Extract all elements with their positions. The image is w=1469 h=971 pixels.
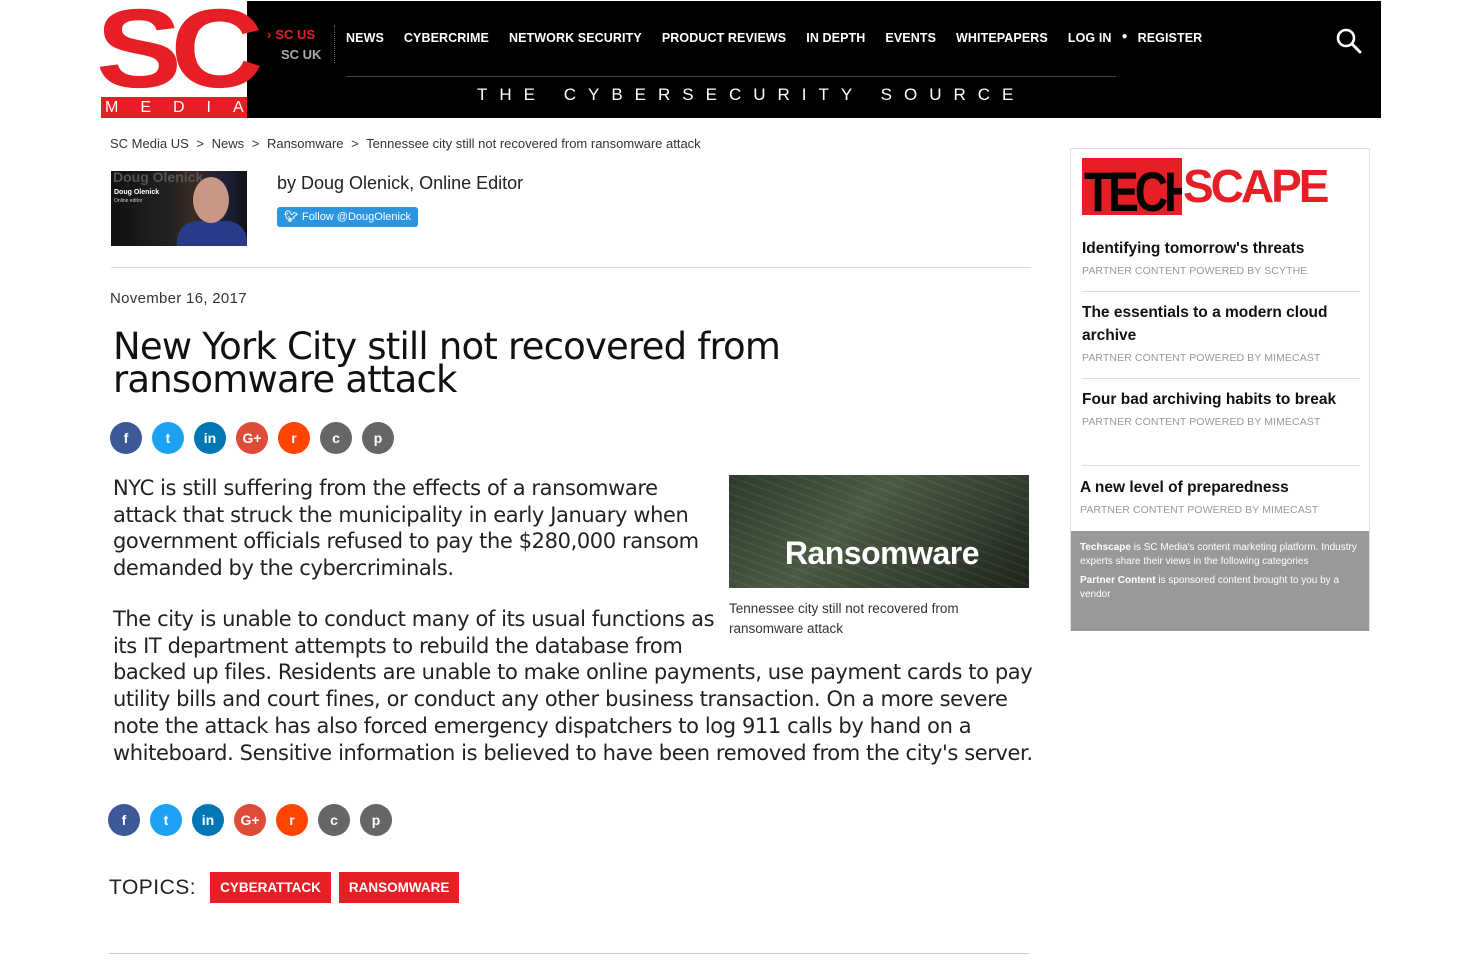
techscape-info-box: Techscape is SC Media's content marketin…	[1071, 531, 1369, 631]
nav-news[interactable]: NEWS	[346, 31, 384, 45]
site-header: SC MEDIA › SC US SC UK NEWS CYBERCRIME NE…	[96, 0, 1381, 118]
techscape-item[interactable]: A new level of preparedness PARTNER CONT…	[1080, 476, 1358, 516]
techscape-info-1-bold[interactable]: Techscape	[1080, 542, 1131, 553]
nav-dot-separator: ●	[1121, 31, 1128, 42]
twitter-share-icon[interactable]: t	[150, 804, 182, 836]
author-photo-bg-text: Doug Olenick	[113, 171, 204, 185]
region-uk-link[interactable]: SC UK	[267, 45, 337, 65]
twitter-follow-button[interactable]: 🐦︎ Follow @DougOlenick	[277, 207, 418, 227]
author-photo[interactable]: Doug Olenick Doug Olenick Online editor	[111, 171, 247, 246]
nav-cybercrime[interactable]: CYBERCRIME	[404, 31, 489, 45]
techscape-item-title[interactable]: A new level of preparedness	[1080, 476, 1358, 499]
nav-divider	[346, 76, 1116, 77]
topics: TOPICS: CYBERATTACK RANSOMWARE	[109, 872, 467, 903]
facebook-share-icon[interactable]: f	[110, 422, 142, 454]
techscape-divider	[1082, 378, 1360, 379]
nav-network-security[interactable]: NETWORK SECURITY	[509, 31, 642, 45]
article-image-text: Ransomware	[784, 535, 980, 571]
print-icon[interactable]: p	[360, 804, 392, 836]
main-nav: NEWS CYBERCRIME NETWORK SECURITY PRODUCT…	[346, 31, 1222, 45]
techscape-info-2: Partner Content is sponsored content bro…	[1080, 574, 1360, 602]
print-icon[interactable]: p	[362, 422, 394, 454]
author-photo-face	[193, 177, 229, 223]
techscape-item-sponsor: PARTNER CONTENT POWERED BY MIMECAST	[1082, 352, 1321, 364]
author-divider	[111, 267, 1031, 268]
author-photo-name: Doug Olenick	[114, 189, 160, 196]
comment-icon[interactable]: c	[318, 804, 350, 836]
sc-media-logo[interactable]: SC MEDIA	[96, 0, 263, 118]
region-switcher: › SC US SC UK	[267, 25, 337, 65]
nav-in-depth[interactable]: IN DEPTH	[806, 31, 865, 45]
techscape-item-sponsor: PARTNER CONTENT POWERED BY MIMECAST	[1080, 504, 1319, 516]
article-paragraph-2: The city is unable to conduct many of it…	[113, 606, 1043, 766]
topic-tag-cyberattack[interactable]: CYBERATTACK	[210, 872, 331, 903]
reddit-share-icon[interactable]: r	[278, 422, 310, 454]
author-photo-title: Online editor	[114, 198, 143, 204]
twitter-share-icon[interactable]: t	[152, 422, 184, 454]
techscape-logo-tech: TECH	[1082, 158, 1197, 215]
chevron-right-icon: ›	[267, 27, 272, 42]
topics-label: TOPICS:	[109, 875, 197, 899]
techscape-logo[interactable]: TECH SCAPE	[1082, 158, 1360, 215]
article-paragraph-2-line-1: The city is unable to conduct many of it…	[113, 607, 715, 631]
techscape-item[interactable]: Identifying tomorrow's threats PARTNER C…	[1082, 237, 1360, 277]
breadcrumb-ransomware[interactable]: Ransomware	[267, 136, 344, 151]
article-image[interactable]: Ransomware	[729, 475, 1029, 588]
share-bar-top: f t in G+ r c p	[110, 422, 394, 454]
techscape-item-title[interactable]: Four bad archiving habits to break	[1082, 388, 1360, 411]
techscape-item[interactable]: Four bad archiving habits to break PARTN…	[1082, 388, 1360, 428]
article-date: November 16, 2017	[110, 290, 247, 307]
author-photo-body	[177, 221, 247, 246]
facebook-share-icon[interactable]: f	[108, 804, 140, 836]
breadcrumb-sep: >	[351, 136, 359, 151]
breadcrumb-sc-media-us[interactable]: SC Media US	[110, 136, 189, 151]
article-paragraph-2-line-2: its IT department attempts to rebuild th…	[113, 633, 683, 658]
comment-icon[interactable]: c	[320, 422, 352, 454]
linkedin-share-icon[interactable]: in	[194, 422, 226, 454]
nav-register[interactable]: REGISTER	[1138, 31, 1203, 45]
topic-tag-ransomware[interactable]: RANSOMWARE	[338, 872, 460, 903]
article-headline: New York City still not recovered from r…	[113, 325, 781, 401]
region-us-link[interactable]: › SC US	[267, 25, 337, 45]
googleplus-share-icon[interactable]: G+	[236, 422, 268, 454]
techscape-item-title[interactable]: The essentials to a modern cloud archive	[1082, 301, 1360, 347]
techscape-divider	[1082, 465, 1360, 466]
share-bar-bottom: f t in G+ r c p	[108, 804, 392, 836]
logo-sc-text: SC	[96, 0, 263, 111]
region-divider	[334, 25, 335, 63]
breadcrumb: SC Media US > News > Ransomware > Tennes…	[110, 136, 705, 151]
breadcrumb-sep: >	[196, 136, 204, 151]
techscape-sidebar: TECH SCAPE Identifying tomorrow's threat…	[1070, 148, 1370, 631]
twitter-icon: 🐦︎	[284, 211, 298, 223]
techscape-divider	[1082, 291, 1360, 292]
googleplus-share-icon[interactable]: G+	[234, 804, 266, 836]
nav-login[interactable]: LOG IN	[1068, 31, 1112, 45]
techscape-item[interactable]: The essentials to a modern cloud archive…	[1082, 301, 1360, 364]
logo-media-text: MEDIA	[101, 97, 247, 118]
search-icon[interactable]	[1335, 27, 1363, 55]
nav-events[interactable]: EVENTS	[885, 31, 936, 45]
breadcrumb-news[interactable]: News	[212, 136, 245, 151]
article-footer-divider	[109, 953, 1029, 954]
techscape-item-title[interactable]: Identifying tomorrow's threats	[1082, 237, 1360, 260]
article-paragraph-2-rest: backed up files. Residents are unable to…	[113, 660, 1033, 765]
linkedin-share-icon[interactable]: in	[192, 804, 224, 836]
techscape-item-sponsor: PARTNER CONTENT POWERED BY MIMECAST	[1082, 416, 1321, 428]
nav-product-reviews[interactable]: PRODUCT REVIEWS	[662, 31, 786, 45]
breadcrumb-current: Tennessee city still not recovered from …	[366, 136, 701, 151]
techscape-info-1: Techscape is SC Media's content marketin…	[1080, 541, 1360, 569]
techscape-info-2-bold[interactable]: Partner Content	[1080, 575, 1156, 586]
site-tagline: THE CYBERSECURITY SOURCE	[477, 85, 1026, 104]
techscape-item-sponsor: PARTNER CONTENT POWERED BY SCYTHE	[1082, 265, 1308, 277]
author-byline[interactable]: by Doug Olenick, Online Editor	[277, 173, 523, 194]
breadcrumb-sep: >	[251, 136, 260, 151]
nav-whitepapers[interactable]: WHITEPAPERS	[956, 31, 1048, 45]
techscape-logo-scape: SCAPE	[1182, 158, 1360, 215]
twitter-follow-label: Follow @DougOlenick	[301, 211, 411, 223]
article-paragraph-1: NYC is still suffering from the effects …	[113, 476, 699, 581]
reddit-share-icon[interactable]: r	[276, 804, 308, 836]
